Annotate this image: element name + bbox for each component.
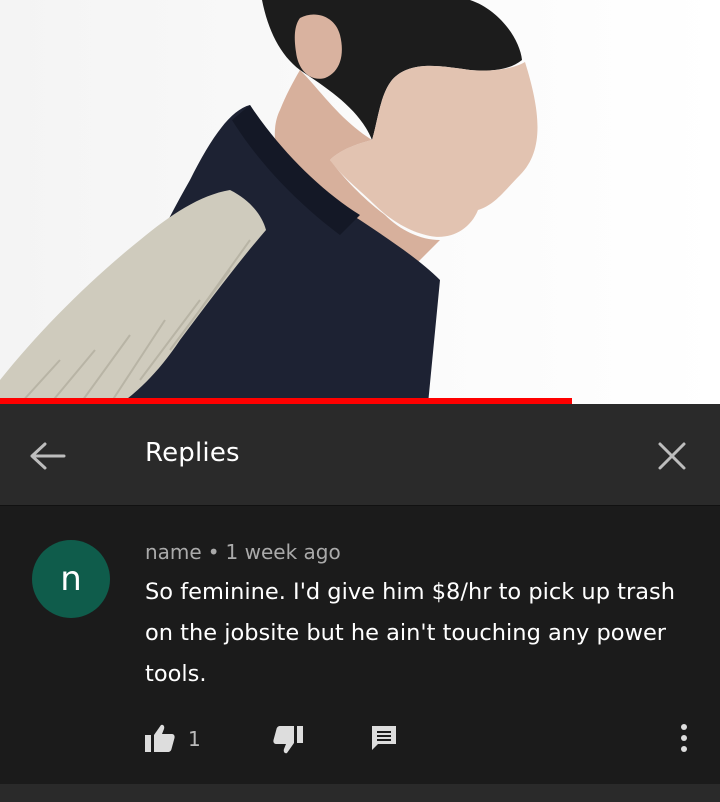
more-vert-icon — [681, 724, 687, 752]
comment-item: n name • 1 week ago So feminine. I'd give … — [0, 506, 720, 784]
thumbs-up-icon — [145, 724, 175, 752]
arrow-back-icon — [30, 442, 66, 470]
thumbs-down-icon — [273, 726, 303, 754]
comment-actions: 1 — [0, 718, 720, 758]
page-title: Replies — [145, 438, 240, 468]
video-frame-image — [0, 0, 538, 404]
comment-timestamp: 1 week ago — [225, 540, 341, 564]
comment-author[interactable]: name — [145, 540, 202, 564]
avatar-letter: n — [60, 559, 82, 599]
more-options-button[interactable] — [668, 718, 700, 758]
back-button[interactable] — [22, 434, 74, 478]
close-button[interactable] — [648, 432, 696, 480]
bottom-bar — [0, 784, 720, 802]
video-player[interactable] — [0, 0, 720, 404]
dislike-button[interactable] — [268, 722, 308, 758]
like-count: 1 — [188, 727, 201, 751]
reply-button[interactable] — [364, 720, 404, 756]
comment-meta: name • 1 week ago — [145, 540, 341, 564]
comment-text: So feminine. I'd give him $8/hr to pick … — [145, 579, 675, 687]
reply-icon — [372, 726, 396, 750]
replies-header: Replies — [0, 404, 720, 506]
meta-separator: • — [207, 540, 220, 564]
avatar[interactable]: n — [32, 540, 110, 618]
close-icon — [658, 442, 686, 470]
like-button[interactable] — [140, 720, 180, 756]
